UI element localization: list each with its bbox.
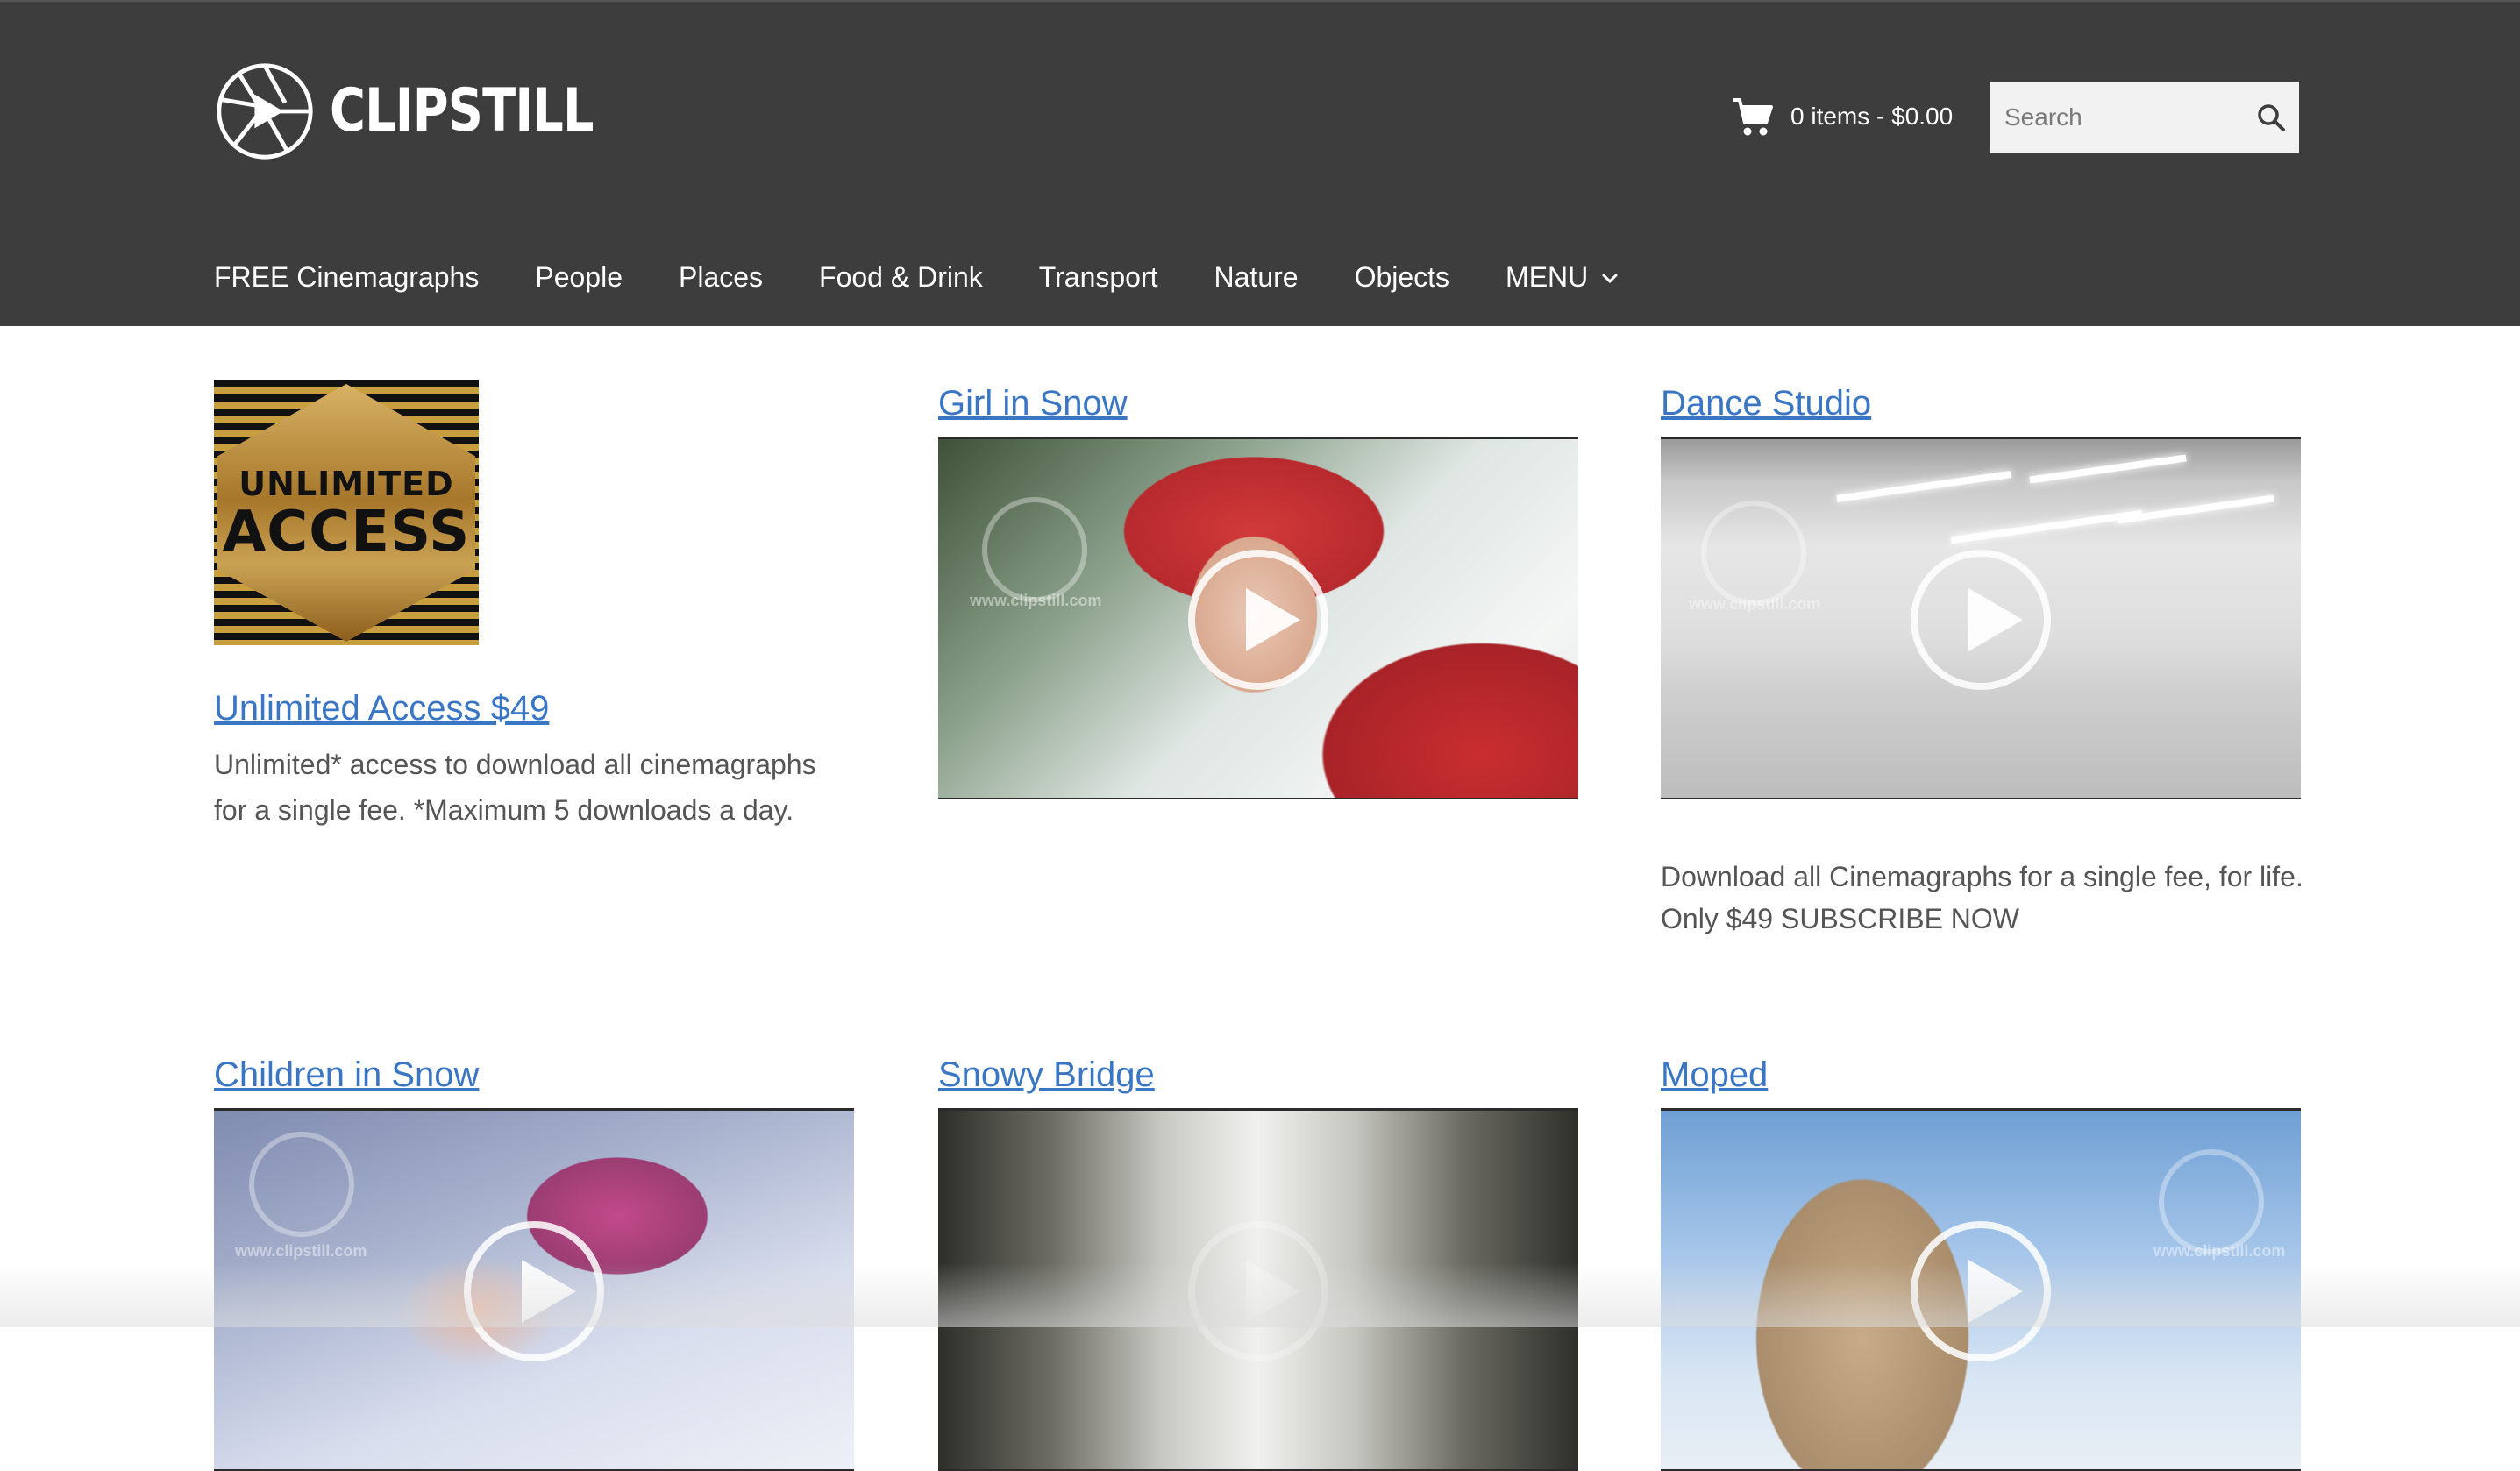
cart-summary: 0 items - $0.00 xyxy=(1790,103,1954,130)
search-input[interactable] xyxy=(1990,82,2264,153)
brand-name: CLIPSTILL xyxy=(330,76,594,146)
card-girl-in-snow: Girl in Snow xyxy=(938,386,1578,421)
nav-item-free-cinemagraphs[interactable]: FREE Cinemagraphs xyxy=(214,261,479,294)
children-in-snow-thumbnail[interactable]: www.clipstill.com xyxy=(214,1108,854,1471)
badge-line-2: ACCESS xyxy=(222,500,471,565)
play-icon[interactable] xyxy=(1911,550,2051,690)
snowy-bridge-thumbnail[interactable] xyxy=(938,1108,1578,1471)
card-moped: Moped xyxy=(1661,1057,2301,1092)
watermark-logo-icon xyxy=(249,1132,354,1237)
cart-icon xyxy=(1733,98,1773,136)
card-snowy-bridge: Snowy Bridge xyxy=(938,1057,1578,1092)
watermark-text: www.clipstill.com xyxy=(235,1242,367,1260)
subscribe-promo: Download all Cinemagraphs for a single f… xyxy=(1661,856,2310,940)
moped-thumbnail[interactable]: www.clipstill.com xyxy=(1661,1108,2301,1471)
girl-in-snow-thumbnail[interactable]: www.clipstill.com xyxy=(938,437,1578,799)
play-icon[interactable] xyxy=(1188,550,1328,690)
moped-link[interactable]: Moped xyxy=(1661,1057,2301,1092)
unlimited-access-description: Unlimited* access to download all cinema… xyxy=(214,749,816,826)
nav-item-transport[interactable]: Transport xyxy=(1039,261,1158,294)
dance-studio-link[interactable]: Dance Studio xyxy=(1661,386,2301,421)
nav-item-places[interactable]: Places xyxy=(679,261,763,294)
main-nav: FREE Cinemagraphs People Places Food & D… xyxy=(214,261,1676,294)
nav-item-people[interactable]: People xyxy=(535,261,623,294)
nav-menu-label: MENU xyxy=(1506,261,1589,293)
subscribe-promo-text: Download all Cinemagraphs for a single f… xyxy=(1661,861,2303,934)
search-icon[interactable] xyxy=(2255,102,2287,133)
ceiling-light xyxy=(1836,471,2011,502)
card-children-in-snow: Children in Snow xyxy=(214,1057,854,1092)
play-icon[interactable] xyxy=(464,1221,604,1361)
play-icon[interactable] xyxy=(1188,1221,1328,1361)
card-dance-studio: Dance Studio xyxy=(1661,386,2301,421)
badge-line-1: UNLIMITED xyxy=(238,465,454,503)
watermark-text: www.clipstill.com xyxy=(1689,595,1821,613)
unlimited-access-link[interactable]: Unlimited Access $49 xyxy=(214,691,854,726)
dance-studio-thumbnail[interactable]: www.clipstill.com xyxy=(1661,437,2301,799)
unlimited-access-card: Unlimited Access $49 Unlimited* access t… xyxy=(214,691,854,833)
children-in-snow-link[interactable]: Children in Snow xyxy=(214,1057,854,1092)
snowy-bridge-link[interactable]: Snowy Bridge xyxy=(938,1057,1578,1092)
search-box xyxy=(1990,82,2299,153)
watermark-logo-icon xyxy=(982,497,1087,602)
ceiling-light xyxy=(1950,509,2143,544)
watermark-logo-icon xyxy=(1701,501,1806,606)
watermark-text: www.clipstill.com xyxy=(970,592,1102,609)
nav-menu-toggle[interactable]: MENU xyxy=(1506,261,1619,294)
ceiling-light xyxy=(2029,454,2187,484)
play-icon[interactable] xyxy=(1911,1221,2051,1361)
watermark-logo-icon xyxy=(2159,1149,2264,1254)
cart-link[interactable]: 0 items - $0.00 xyxy=(1731,95,1953,139)
nav-item-nature[interactable]: Nature xyxy=(1214,261,1299,294)
clipstill-logo-icon xyxy=(217,63,313,160)
girl-in-snow-link[interactable]: Girl in Snow xyxy=(938,386,1578,421)
site-header: CLIPSTILL 0 items - $0.00 FREE Cinemagra… xyxy=(0,0,2520,326)
nav-item-objects[interactable]: Objects xyxy=(1355,261,1449,294)
unlimited-access-badge[interactable]: UNLIMITED ACCESS xyxy=(214,380,479,645)
site-logo[interactable]: CLIPSTILL xyxy=(214,58,651,165)
nav-item-food-drink[interactable]: Food & Drink xyxy=(819,261,983,294)
chevron-down-icon xyxy=(1602,274,1618,283)
watermark-text: www.clipstill.com xyxy=(2153,1242,2286,1260)
